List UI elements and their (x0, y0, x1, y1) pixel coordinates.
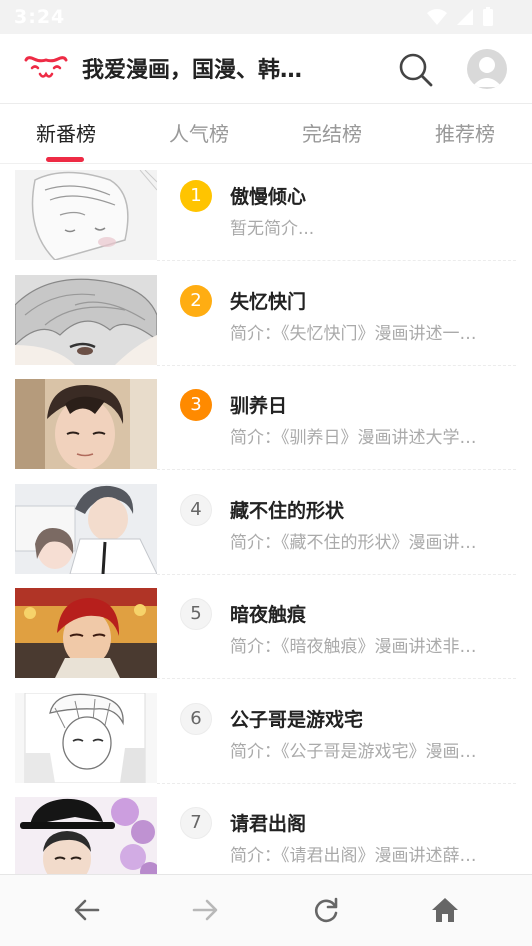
rank-badge: 7 (180, 807, 212, 839)
comic-cover-image (15, 692, 157, 783)
home-icon[interactable] (430, 895, 460, 925)
row-divider (157, 782, 516, 784)
user-avatar-icon[interactable] (467, 49, 507, 89)
forward-arrow-icon[interactable] (190, 895, 220, 925)
comic-cover-image (15, 379, 157, 469)
tab-new[interactable]: 新番榜 (16, 118, 116, 147)
comic-title: 暗夜触痕 (230, 604, 307, 626)
row-divider (157, 469, 516, 470)
back-arrow-icon[interactable] (72, 895, 102, 925)
comic-description: 简介：《藏不住的形状》漫画讲… (230, 532, 477, 553)
status-time: 3:24 (14, 6, 66, 28)
tab-completed[interactable]: 完结榜 (282, 118, 382, 147)
comic-cover-image (15, 274, 157, 365)
list-item[interactable]: 5 暗夜触痕 简介：《暗夜触痕》漫画讲述非… (0, 584, 532, 689)
search-icon[interactable] (398, 52, 434, 88)
row-divider (157, 678, 516, 679)
comic-description: 简介：《请君出阁》漫画讲述薛… (230, 846, 477, 866)
comic-title: 驯养日 (230, 395, 288, 417)
row-divider (157, 260, 516, 261)
rank-badge: 4 (180, 493, 212, 526)
comic-cover-image (15, 483, 157, 574)
tab-recommended[interactable]: 推荐榜 (415, 118, 515, 147)
refresh-icon[interactable] (311, 895, 341, 925)
rank-badge: 3 (180, 389, 212, 421)
comic-description: 简介：《公子哥是游戏宅》漫画… (230, 741, 477, 762)
comic-cover-image (15, 170, 157, 260)
app-header: 我爱漫画，国漫、韩… (0, 34, 532, 104)
battery-icon (483, 7, 493, 26)
wifi-icon (427, 9, 447, 25)
row-divider (157, 364, 516, 366)
rank-badge: 2 (180, 284, 212, 317)
cat-face-logo[interactable] (24, 54, 68, 84)
comic-description: 简介：《驯养日》漫画讲述大学… (230, 428, 477, 448)
tab-popular[interactable]: 人气榜 (149, 118, 249, 147)
comic-description: 简介：《失忆快门》漫画讲述一… (230, 323, 477, 344)
status-bar: 3:24 (0, 0, 532, 34)
list-item[interactable]: 2 失忆快门 简介：《失忆快门》漫画讲述一… (0, 271, 532, 376)
browser-bottom-nav (0, 874, 532, 946)
page-title: 我爱漫画，国漫、韩… (82, 58, 303, 83)
rank-badge: 1 (180, 180, 212, 212)
signal-icon (457, 9, 473, 25)
list-item[interactable]: 4 藏不住的形状 简介：《藏不住的形状》漫画讲… (0, 480, 532, 585)
comic-description: 简介：《暗夜触痕》漫画讲述非… (230, 637, 477, 657)
comic-title: 傲慢倾心 (230, 186, 307, 208)
comic-title: 请君出阁 (230, 813, 307, 835)
comic-title: 失忆快门 (230, 290, 307, 313)
comic-title: 公子哥是游戏宅 (230, 708, 364, 731)
list-item[interactable]: 6 公子哥是游戏宅 简介：《公子哥是游戏宅》漫画… (0, 689, 532, 794)
rank-badge: 6 (180, 702, 212, 735)
comic-title: 藏不住的形状 (230, 499, 345, 522)
rank-badge: 5 (180, 598, 212, 630)
comic-description: 暂无简介... (230, 219, 315, 239)
list-item[interactable]: 3 驯养日 简介：《驯养日》漫画讲述大学… (0, 375, 532, 480)
row-divider (157, 573, 516, 575)
comic-cover-image (15, 588, 157, 678)
active-tab-indicator (46, 157, 84, 162)
list-item[interactable]: 1 傲慢倾心 暂无简介... (0, 166, 532, 271)
ranking-tabs: 新番榜 人气榜 完结榜 推荐榜 (0, 104, 532, 164)
